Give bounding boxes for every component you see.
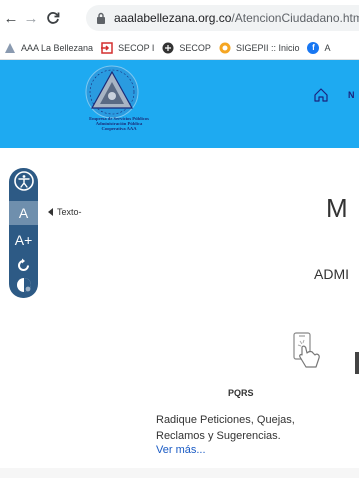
bookmark-label: SECOP bbox=[179, 42, 211, 53]
accessibility-tooltip: Texto- bbox=[48, 207, 82, 217]
bookmark-label: A bbox=[324, 42, 331, 53]
card-edge bbox=[355, 352, 359, 374]
reset-icon[interactable] bbox=[9, 254, 38, 276]
sigep-icon bbox=[219, 42, 231, 54]
url-path: /AtencionCiudadano.html bbox=[231, 11, 359, 25]
home-icon[interactable] bbox=[313, 87, 329, 103]
logo-line: Cooperativa AAA bbox=[101, 126, 137, 132]
secop-icon bbox=[101, 41, 113, 54]
ver-mas-link[interactable]: Ver más... bbox=[156, 444, 206, 456]
nav-item-truncated[interactable]: N bbox=[348, 90, 355, 100]
secop-circle-icon bbox=[162, 42, 174, 54]
tooltip-text: Texto- bbox=[57, 207, 82, 217]
page-subtitle: ADMI bbox=[314, 266, 349, 282]
pqrs-description: Radique Peticiones, Quejas, Reclamos y S… bbox=[156, 414, 295, 442]
facebook-icon: f bbox=[307, 41, 320, 54]
bookmark-sigep[interactable]: SIGEPII :: Inicio bbox=[219, 42, 300, 54]
address-bar[interactable]: aaalabellezana.org.co/AtencionCiudadano.… bbox=[86, 5, 359, 31]
site-favicon-icon bbox=[4, 42, 16, 54]
reload-icon[interactable] bbox=[44, 9, 62, 27]
bookmark-label: SIGEPII :: Inicio bbox=[235, 42, 300, 53]
bookmark-label: AAA La Bellezana bbox=[21, 42, 94, 53]
tooltip-arrow-icon bbox=[48, 208, 53, 216]
bookmark-label: SECOP I bbox=[118, 42, 155, 53]
bookmarks-bar: AAA La Bellezana SECOP I SECOP SIGEPII :… bbox=[0, 36, 359, 60]
phone-touch-icon bbox=[293, 332, 320, 368]
company-logo[interactable] bbox=[72, 64, 152, 144]
bookmark-facebook[interactable]: f A bbox=[307, 41, 331, 54]
logo-caption: Empresa de Servicios Públicos Administra… bbox=[70, 116, 168, 132]
forward-arrow-icon[interactable]: → bbox=[22, 9, 40, 27]
contrast-icon[interactable] bbox=[9, 274, 38, 296]
increase-text-button[interactable]: A+ bbox=[9, 229, 38, 251]
decrease-text-button[interactable]: A bbox=[9, 201, 38, 225]
lock-icon bbox=[97, 12, 105, 24]
bookmark-secop-i[interactable]: SECOP I bbox=[101, 41, 155, 54]
back-arrow-icon[interactable]: ← bbox=[2, 9, 20, 27]
site-header: Empresa de Servicios Públicos Administra… bbox=[0, 60, 359, 148]
pqrs-title: PQRS bbox=[228, 388, 254, 398]
bookmark-aaa[interactable]: AAA La Bellezana bbox=[4, 42, 93, 54]
section-divider bbox=[0, 468, 359, 478]
bookmark-secop[interactable]: SECOP bbox=[162, 42, 211, 54]
page-title: M bbox=[326, 193, 348, 223]
accessibility-toolbar: A A+ bbox=[9, 168, 38, 298]
browser-toolbar: ← → aaalabellezana.org.co/AtencionCiudad… bbox=[0, 0, 359, 36]
accessibility-icon[interactable] bbox=[9, 170, 38, 192]
url-domain: aaalabellezana.org.co bbox=[114, 11, 232, 25]
